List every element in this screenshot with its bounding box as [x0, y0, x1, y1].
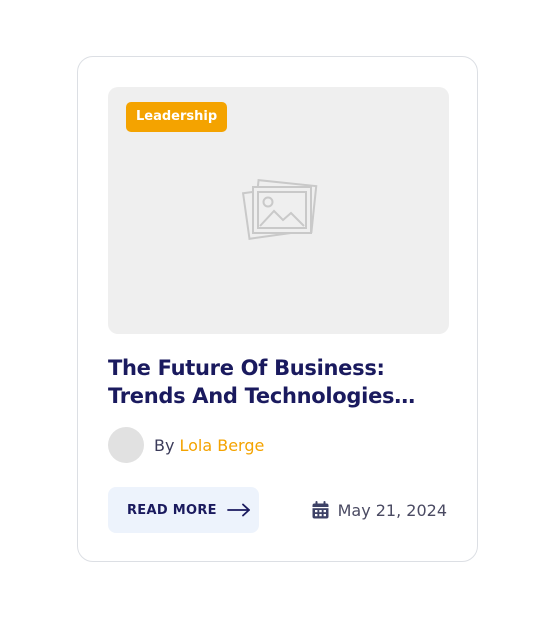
calendar-icon: [312, 501, 329, 519]
author-line: By Lola Berge: [108, 427, 264, 463]
category-badge[interactable]: Leadership: [126, 102, 228, 132]
post-date: May 21, 2024: [312, 497, 447, 523]
read-more-button[interactable]: READ MORE: [108, 487, 259, 533]
read-more-label: READ MORE: [127, 502, 217, 518]
post-card: Leadership The Future Of Business: Trend…: [77, 56, 478, 562]
post-thumbnail[interactable]: Leadership: [108, 87, 449, 334]
arrow-right-icon: [226, 503, 250, 517]
image-placeholder-icon: [241, 178, 318, 240]
author-prefix: By: [154, 435, 175, 455]
author-avatar: [108, 427, 144, 463]
post-date-text: May 21, 2024: [337, 500, 447, 520]
author-name-link[interactable]: Lola Berge: [179, 436, 264, 455]
post-title[interactable]: The Future Of Business: Trends And Techn…: [108, 354, 453, 410]
